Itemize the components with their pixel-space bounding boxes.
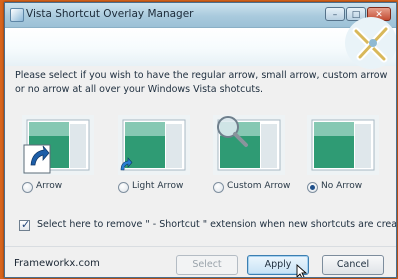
app-window: Vista Shortcut Overlay Manager – □ ✕ Ple… [4,2,397,278]
window-title: Vista Shortcut Overlay Manager [26,8,194,20]
radio-light-arrow-row[interactable]: Light Arrow [118,181,213,195]
radio-arrow-row[interactable]: Arrow [22,181,117,195]
remove-extension-label: Select here to remove " - Shortcut " ext… [37,219,397,230]
preview-arrow[interactable] [22,115,94,175]
radio-light-arrow[interactable] [118,182,129,193]
app-icon [10,8,24,22]
radio-no-arrow[interactable] [307,182,318,193]
instructions-text: Please select if you wish to have the re… [15,70,388,95]
option-custom-arrow[interactable]: Custom Arrow [213,115,290,197]
brand-link[interactable]: Frameworkx.com [14,258,100,269]
header-banner [5,17,396,69]
radio-custom-arrow-label: Custom Arrow [227,181,291,191]
remove-extension-row[interactable]: Select here to remove " - Shortcut " ext… [19,218,396,235]
radio-arrow[interactable] [22,182,33,193]
cursor-arrows-logo-icon [345,17,396,69]
option-light-arrow[interactable]: Light Arrow [118,115,190,197]
preview-no-arrow[interactable] [307,115,379,175]
mouse-cursor-icon [296,264,308,277]
radio-arrow-label: Arrow [36,181,63,191]
preview-custom-arrow[interactable] [213,115,285,175]
select-button[interactable]: Select [176,255,238,275]
radio-no-arrow-label: No Arrow [321,181,363,191]
radio-custom-arrow[interactable] [213,182,224,193]
preview-light-arrow[interactable] [118,115,190,175]
remove-extension-checkbox[interactable] [19,218,30,231]
option-arrow[interactable]: Arrow [22,115,94,197]
cancel-button[interactable]: Cancel [322,255,384,275]
radio-no-arrow-row[interactable]: No Arrow [307,181,396,195]
radio-light-arrow-label: Light Arrow [132,181,184,191]
radio-custom-arrow-row[interactable]: Custom Arrow [213,181,308,195]
footer-bar: Frameworkx.com Select Apply Cancel [5,246,396,277]
option-no-arrow[interactable]: No Arrow [307,115,379,197]
